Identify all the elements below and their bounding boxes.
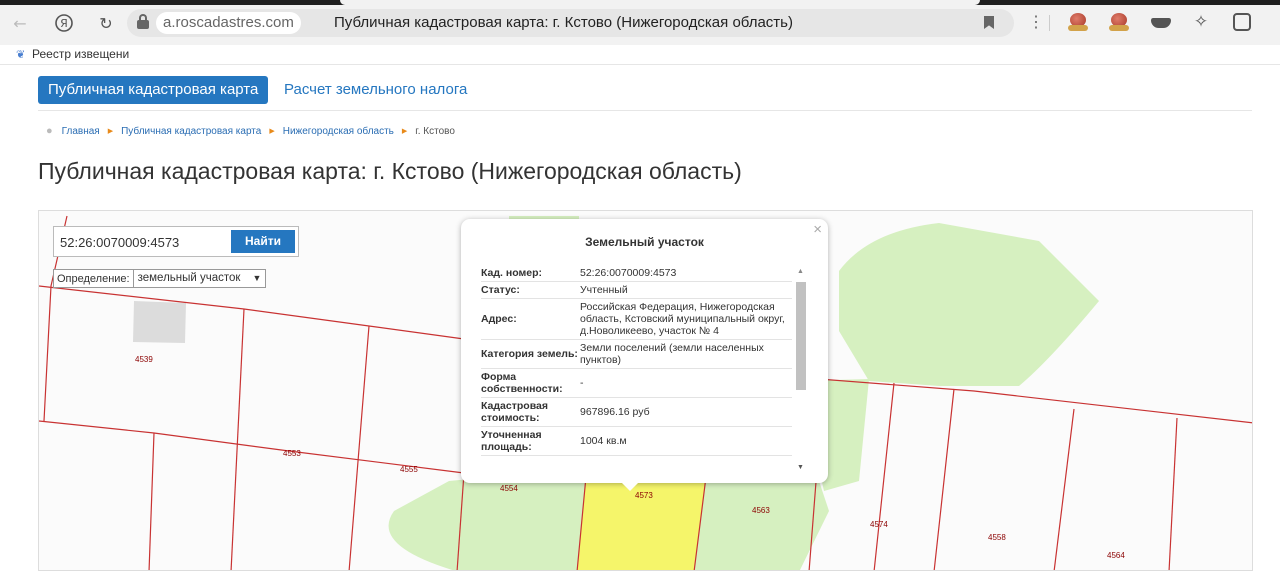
url-domain[interactable]: a.roscadastres.com xyxy=(156,12,301,34)
attr-row: Кадастровая стоимость: 967896.16 руб xyxy=(481,398,792,427)
breadcrumb-item-home[interactable]: Главная xyxy=(62,126,100,137)
cadastral-number-input[interactable] xyxy=(60,231,228,253)
extensions-puzzle-icon[interactable]: ✧ xyxy=(1190,11,1212,33)
tab-public-cadastral-map[interactable]: Публичная кадастровая карта xyxy=(38,76,269,104)
definition-select[interactable]: земельный участок ▼ xyxy=(132,270,266,287)
parcel-label-4539: 4539 xyxy=(135,355,153,364)
scrollbar-thumb[interactable] xyxy=(796,282,806,390)
cadastral-search-box: Найти xyxy=(53,226,299,257)
page-tab-title: Публичная кадастровая карта: г. Кстово (… xyxy=(334,14,793,31)
scroll-down-icon[interactable]: ▼ xyxy=(797,464,804,471)
breadcrumb-item-current: г. Кстово xyxy=(415,125,455,137)
parcel-label-4554: 4554 xyxy=(500,484,518,493)
extension-icon-2[interactable] xyxy=(1108,11,1130,33)
location-pin-icon: ● xyxy=(46,125,53,137)
breadcrumb: ● Главная ▶ Публичная кадастровая карта … xyxy=(46,123,455,139)
parcel-label-4555: 4555 xyxy=(400,465,418,474)
popup-scrollbar[interactable]: ▲ ▼ xyxy=(794,265,808,473)
parcel-attributes: Кад. номер: 52:26:0070009:4573 Статус: Учт… xyxy=(481,265,792,473)
parcel-label-4558: 4558 xyxy=(988,533,1006,542)
definition-select-value: земельный участок xyxy=(137,272,241,284)
reload-icon[interactable]: ↻ xyxy=(94,11,118,35)
sidebar-panel-icon[interactable] xyxy=(1233,13,1251,31)
back-arrow-icon[interactable]: ← xyxy=(8,11,32,35)
definition-select-row: Определение: земельный участок ▼ xyxy=(53,269,267,288)
yandex-logo-icon[interactable]: Я xyxy=(52,11,76,35)
toolbar-divider xyxy=(1049,15,1050,31)
tab-land-tax[interactable]: Расчет земельного налога xyxy=(284,76,467,104)
popup-title: Земельный участок xyxy=(585,235,704,249)
attr-row: Адрес: Российская Федерация, Нижегородска… xyxy=(481,299,792,340)
attr-row: Кад. номер: 52:26:0070009:4573 xyxy=(481,265,792,282)
parcel-label-4574: 4574 xyxy=(870,520,888,529)
parcel-label-4564: 4564 xyxy=(1107,551,1125,560)
bookmark-favicon-icon: ❦ xyxy=(16,49,26,61)
lock-icon[interactable] xyxy=(136,14,150,30)
scroll-up-icon[interactable]: ▲ xyxy=(797,268,804,275)
attr-row: Статус: Учтенный xyxy=(481,282,792,299)
window-titlebar xyxy=(0,0,1280,5)
chevron-down-icon: ▼ xyxy=(252,273,262,283)
bookmarks-bar: ❦ Реестр извещени xyxy=(0,45,1280,65)
find-button[interactable]: Найти xyxy=(231,230,295,253)
svg-text:Я: Я xyxy=(60,17,68,30)
parcel-label-4573: 4573 xyxy=(635,491,653,500)
attr-row: Уточненная площадь: 1004 кв.м xyxy=(481,427,792,456)
definition-label: Определение: xyxy=(57,272,130,285)
breadcrumb-item-map[interactable]: Публичная кадастровая карта xyxy=(121,126,261,137)
divider xyxy=(38,110,1252,111)
breadcrumb-arrow-icon: ▶ xyxy=(107,128,114,135)
breadcrumb-arrow-icon: ▶ xyxy=(269,128,275,135)
more-menu-icon[interactable]: ⋮ xyxy=(1028,12,1044,32)
breadcrumb-item-region[interactable]: Нижегородская область xyxy=(283,126,394,137)
attr-row: Форма собственности: - xyxy=(481,369,792,398)
parcel-label-4553: 4553 xyxy=(283,449,301,458)
extension-icon-3[interactable] xyxy=(1150,11,1172,33)
parcel-info-popup: × Земельный участок Кад. номер: 52:26:007… xyxy=(461,219,828,491)
bookmark-item[interactable]: Реестр извещени xyxy=(32,47,136,61)
attr-row: Категория земель: Земли поселений (земли … xyxy=(481,340,792,369)
parcel-label-4563: 4563 xyxy=(752,506,770,515)
extension-icon-1[interactable] xyxy=(1067,11,1089,33)
page-title: Публичная кадастровая карта: г. Кстово (… xyxy=(38,158,742,184)
breadcrumb-arrow-icon: ▶ xyxy=(401,128,408,135)
